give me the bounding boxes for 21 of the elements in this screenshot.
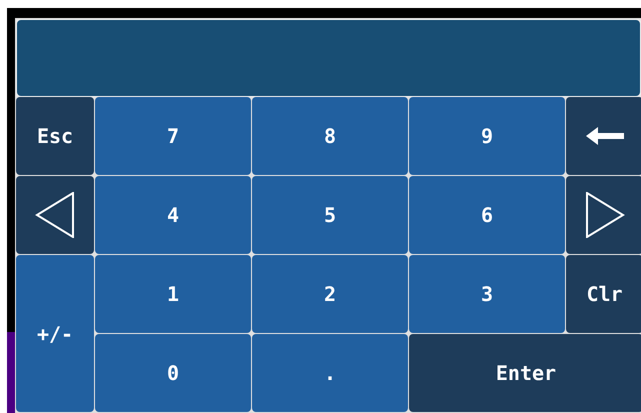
key-button[interactable]: 9	[409, 97, 565, 175]
key-button[interactable]: 5	[252, 176, 408, 254]
left-arrow-icon	[586, 126, 624, 146]
key-button[interactable]: 4	[95, 176, 251, 254]
key-button[interactable]: 8	[252, 97, 408, 175]
cursor-right-button[interactable]	[566, 176, 641, 254]
key-button[interactable]: 7	[95, 97, 251, 175]
key-button[interactable]: 3	[409, 255, 565, 333]
key-button[interactable]: .	[252, 334, 408, 412]
key-button[interactable]: Enter	[409, 334, 641, 412]
right-triangle-icon	[584, 192, 624, 238]
key-button[interactable]: 0	[95, 334, 251, 412]
key-button[interactable]: +/-	[16, 255, 94, 412]
key-button[interactable]: 2	[252, 255, 408, 333]
backspace-button[interactable]	[566, 97, 641, 175]
cursor-left-button[interactable]	[16, 176, 94, 254]
key-button[interactable]: 6	[409, 176, 565, 254]
key-button[interactable]: Esc	[16, 97, 94, 175]
key-button[interactable]: Clr	[566, 255, 641, 333]
key-button[interactable]: 1	[95, 255, 251, 333]
left-triangle-icon	[35, 192, 75, 238]
